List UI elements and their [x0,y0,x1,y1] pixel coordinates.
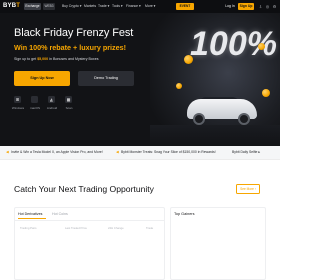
logo-accent: T [16,3,21,9]
tab-divider [15,220,164,221]
column-header: Last Traded Price [65,226,87,230]
hero-title: Black Friday Frenzy Fest [14,27,134,39]
ticker-item[interactable]: Bybit Daily Selfie ▸ [232,150,260,155]
signup-button[interactable]: Sign Up [238,3,254,10]
section-title: Catch Your Next Trading Opportunity [14,184,154,194]
megaphone-icon: ◀ [6,150,9,154]
gainers-panel [170,207,266,280]
top-nav: BYBT Exchange WEB3 Buy Crypto ▾ Markets … [0,0,280,13]
brand-logo[interactable]: BYBT [3,3,20,9]
coin-icon [176,83,182,89]
hero-desc-amount: $5,000 [37,57,49,61]
car-wheel [238,113,250,125]
globe-icon[interactable]: ◎ [265,4,270,9]
megaphone-icon: ◀ [116,150,119,154]
car-wheel [193,113,205,125]
tab-hot-coins[interactable]: Hot Coins [52,212,68,217]
hero-floor [150,125,280,146]
tab-hot-derivatives[interactable]: Hot Derivatives [18,212,42,217]
ticker-item[interactable]: Invite & Win a Tesla Model X, an Apple V… [11,150,103,155]
menu-trade[interactable]: Trade ▾ [98,3,109,10]
top-gainers-title: Top Gainers [174,212,195,216]
platform-label: Scan [65,106,73,110]
platform-qr[interactable]: ▦ [65,96,72,103]
qr-code-icon: ▦ [66,97,71,102]
download-icon[interactable]: ⇩ [258,4,263,9]
logo-text: BYB [3,3,17,9]
menu-tools[interactable]: Tools ▾ [112,3,123,10]
tab-web3[interactable]: WEB3 [43,3,55,10]
platform-label: Android [46,106,58,110]
platform-label: Windows [11,106,25,110]
demo-trading-button[interactable]: Demo Trading [78,71,134,86]
settings-icon[interactable]: ⚙ [272,4,277,9]
coin-icon [262,89,270,97]
hero-description: Sign up to get $5,000 in Bonuses and Mys… [14,57,99,61]
ticker-item[interactable]: Bybit Monster Treats: Snag Your Slice of… [121,150,216,155]
hero-desc-prefix: Sign up to get [14,57,38,61]
column-header: Trade [146,226,154,230]
hero-signup-button[interactable]: Sign Up Now [14,71,70,86]
android-icon: ◭ [49,97,54,102]
column-header: 24H Change [108,226,124,230]
windows-icon: ⊞ [15,97,20,102]
coin-icon [258,43,265,50]
menu-finance[interactable]: Finance ▾ [126,3,141,10]
apple-icon [31,96,38,103]
coin-icon [184,55,193,64]
hero-desc-suffix: in Bonuses and Mystery Boxes [48,57,99,61]
platform-label: macOS [29,106,40,110]
platform-android[interactable]: ◭ [48,96,55,103]
menu-markets[interactable]: Markets [84,3,96,10]
menu-more[interactable]: More ▾ [145,3,155,10]
see-more-button[interactable]: See More › [236,184,260,194]
platform-windows[interactable]: ⊞ [14,96,21,103]
hero-subtitle: Win 100% rebate + luxury prizes! [14,43,126,52]
menu-buy-crypto[interactable]: Buy Crypto ▾ [62,3,81,10]
promo-badge[interactable]: EVENT [176,3,194,10]
tab-exchange[interactable]: Exchange [24,3,41,10]
column-header: Trading Pairs [20,226,37,230]
login-button[interactable]: Log In [225,3,235,10]
platform-macos[interactable] [31,96,38,103]
active-tab-indicator [18,218,46,219]
